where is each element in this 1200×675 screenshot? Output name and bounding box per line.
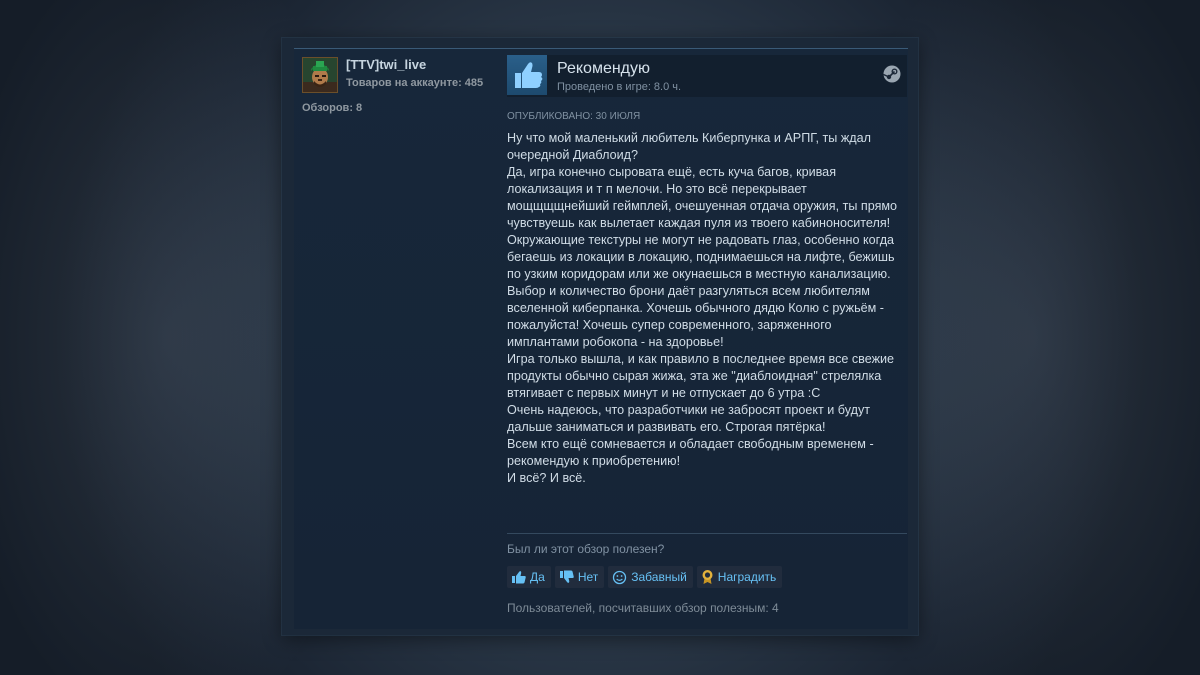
review-paragraph: Окружающие текстуры не могут не радовать… [507,233,895,281]
vote-funny-label: Забавный [631,570,687,584]
steam-icon [883,65,901,83]
review-content: Ну что мой маленький любитель Киберпунка… [507,130,902,487]
posted-date: Опубликовано: 30 июля [507,111,641,122]
review-paragraph: Игра только вышла, и как правило в после… [507,352,895,400]
username-link[interactable]: [TTV]twi_live [346,57,426,72]
review-paragraph: Да, игра конечно сыровата ещё, есть куча… [507,165,898,230]
review-card: [TTV]twi_live Товаров на аккаунте: 485 О… [282,38,918,635]
thumbs-up-icon [512,571,526,584]
review-verdict[interactable]: Рекомендую [557,60,650,78]
award-button[interactable]: Наградить [696,566,783,588]
smiley-icon [613,570,627,584]
review-paragraph: Очень надеюсь, что разработчики не забро… [507,403,871,434]
review-paragraph: Ну что мой маленький любитель Киберпунка… [507,131,871,162]
reviews-count[interactable]: Обзоров: 8 [302,102,362,114]
award-label: Наградить [717,570,777,584]
divider [507,533,907,534]
vote-no-label: Нет [577,570,599,584]
playtime: Проведено в игре: 8.0 ч. [557,81,682,93]
helpful-count: Пользователей, посчитавших обзор полезны… [507,601,779,615]
vote-buttons: Да Нет Забавный Наградить [507,566,783,588]
thumbs-up-icon [507,55,547,95]
review-card-body: [TTV]twi_live Товаров на аккаунте: 485 О… [294,48,908,629]
vote-funny-button[interactable]: Забавный [608,566,693,588]
review-paragraph: Выбор и количество брони даёт разгулятьс… [507,284,885,349]
vote-yes-button[interactable]: Да [507,566,551,588]
review-paragraph: Всем кто ещё сомневается и обладает своб… [507,437,874,468]
review-header: Рекомендую Проведено в игре: 8.0 ч. [507,55,907,97]
vote-yes-label: Да [530,570,545,584]
helpful-question: Был ли этот обзор полезен? [507,542,665,556]
thumbs-down-icon [559,570,574,583]
products-count[interactable]: Товаров на аккаунте: 485 [346,77,483,89]
review-paragraph: И всё? И всё. [507,471,586,485]
vote-no-button[interactable]: Нет [554,566,605,588]
award-icon [702,570,713,584]
user-avatar-icon[interactable] [302,57,338,93]
